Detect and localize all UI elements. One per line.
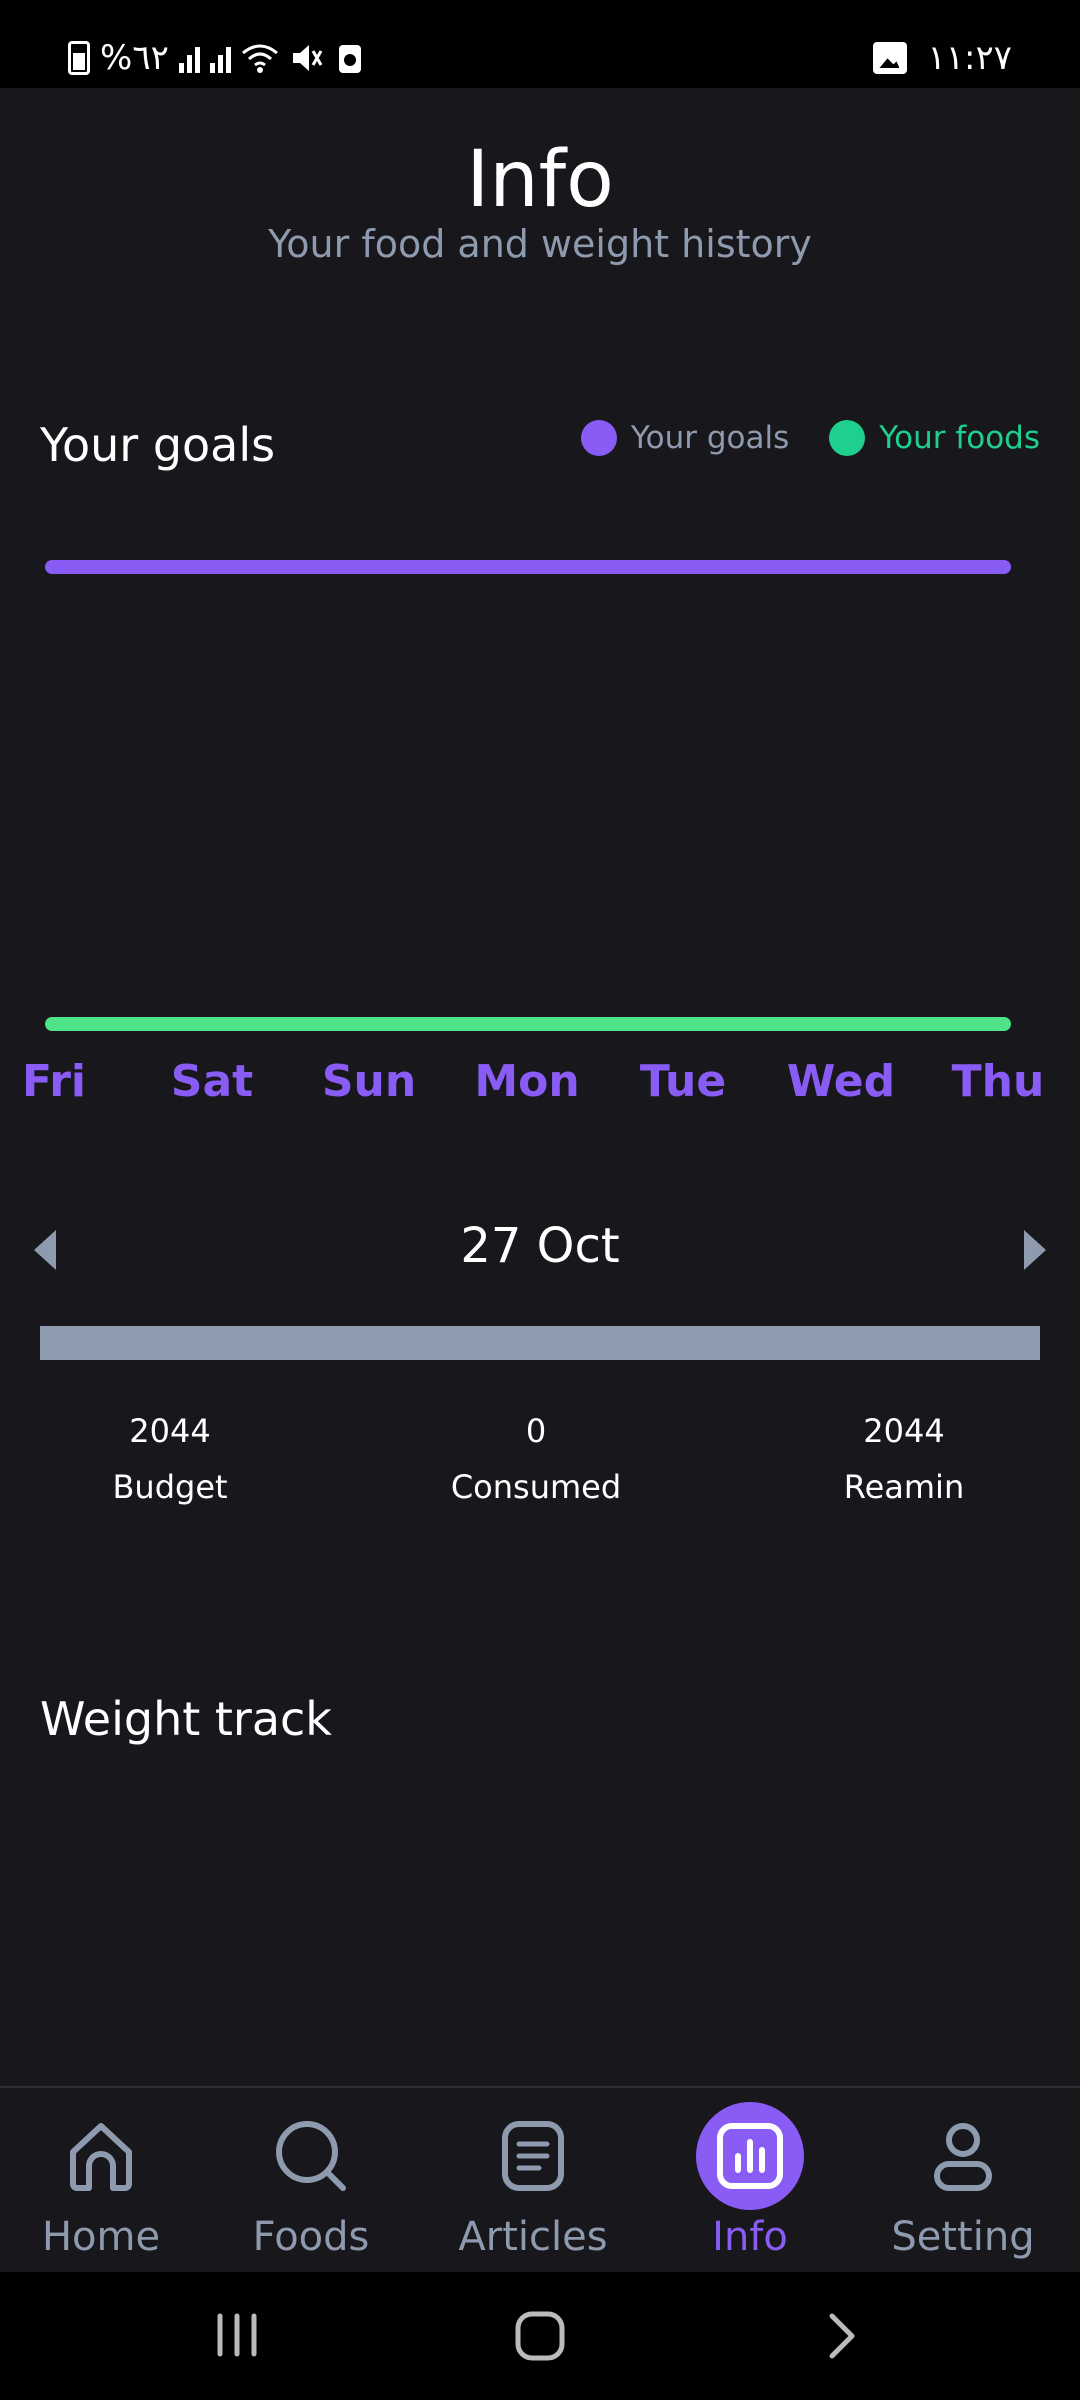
legend-foods-label: Your foods <box>879 420 1040 456</box>
goals-chart-svg: Fri Sat Sun Mon Tue Wed Thu <box>22 560 1045 1107</box>
consumed-label: Consumed <box>450 1468 622 1506</box>
signal-icon <box>178 43 200 73</box>
legend-goals-dot <box>580 420 617 456</box>
stat-remain: 2044 Reamin <box>774 1412 1034 1506</box>
current-date: 27 Oct <box>460 1218 620 1274</box>
document-icon <box>479 2102 587 2210</box>
clock: ١١:٢٧ <box>927 38 1012 78</box>
x-tick-label: Wed <box>787 1056 895 1107</box>
home-icon <box>47 2102 155 2210</box>
remain-label: Reamin <box>843 1468 965 1506</box>
bottom-navigation: Home Foods Articles Info Setting <box>0 2086 1080 2274</box>
legend-foods: Your foods <box>829 420 1040 456</box>
nav-foods[interactable]: Foods <box>206 2102 416 2260</box>
system-navigation-bar <box>0 2272 1080 2400</box>
calorie-progress-bar <box>40 1326 1040 1360</box>
page-title: Info <box>466 135 614 225</box>
weight-track-title: Weight track <box>40 1692 332 1746</box>
nav-info-label: Info <box>712 2214 788 2260</box>
budget-value: 2044 <box>129 1412 211 1450</box>
home-button-icon[interactable] <box>514 2310 566 2362</box>
status-bar: %٦٢ ١١:٢٧ <box>0 0 1080 88</box>
remain-value: 2044 <box>863 1412 945 1450</box>
x-tick-label: Thu <box>952 1056 1045 1107</box>
x-tick-label: Tue <box>640 1056 726 1107</box>
date-navigator: 27 Oct <box>0 1200 1080 1300</box>
budget-label: Budget <box>112 1468 228 1506</box>
status-right: ١١:٢٧ <box>873 38 1012 78</box>
page-subtitle: Your food and weight history <box>268 222 812 266</box>
wifi-icon <box>241 44 278 73</box>
battery-icon <box>68 41 90 75</box>
goals-chart: Fri Sat Sun Mon Tue Wed Thu <box>0 520 1080 1120</box>
stat-budget: 2044 Budget <box>40 1412 300 1506</box>
goals-title: Your goals <box>40 418 276 472</box>
nav-articles[interactable]: Articles <box>428 2102 638 2260</box>
recent-apps-icon[interactable] <box>212 2310 262 2360</box>
nav-home[interactable]: Home <box>0 2102 206 2260</box>
legend-goals-label: Your goals <box>630 420 790 456</box>
signal-icon-2 <box>209 43 231 73</box>
image-icon <box>873 42 908 74</box>
nav-setting-label: Setting <box>891 2214 1035 2260</box>
nav-articles-label: Articles <box>458 2214 608 2260</box>
data-saver-icon <box>338 45 361 73</box>
nav-info[interactable]: Info <box>645 2102 855 2260</box>
nav-setting[interactable]: Setting <box>858 2102 1068 2260</box>
stat-consumed: 0 Consumed <box>406 1412 666 1506</box>
day-stats: 2044 Budget 0 Consumed 2044 Reamin <box>0 1412 1080 1522</box>
next-day-arrow-icon[interactable] <box>1024 1230 1046 1270</box>
x-tick-label: Mon <box>474 1056 579 1107</box>
back-chevron-icon[interactable] <box>822 2310 862 2362</box>
nav-home-label: Home <box>41 2214 161 2260</box>
x-tick-label: Sun <box>322 1056 416 1107</box>
mute-icon <box>292 45 323 71</box>
chart-legend: Your goals Your foods <box>580 420 1040 456</box>
consumed-value: 0 <box>525 1412 547 1450</box>
bar-chart-icon <box>696 2102 804 2210</box>
person-icon <box>909 2102 1017 2210</box>
legend-foods-dot <box>829 420 866 456</box>
legend-goals: Your goals <box>580 420 790 456</box>
x-tick-label: Sat <box>171 1056 253 1107</box>
nav-foods-label: Foods <box>252 2214 370 2260</box>
status-left: %٦٢ <box>68 38 367 78</box>
battery-percent: %٦٢ <box>100 38 169 78</box>
search-icon <box>257 2102 365 2210</box>
x-tick-label: Fri <box>22 1056 86 1107</box>
